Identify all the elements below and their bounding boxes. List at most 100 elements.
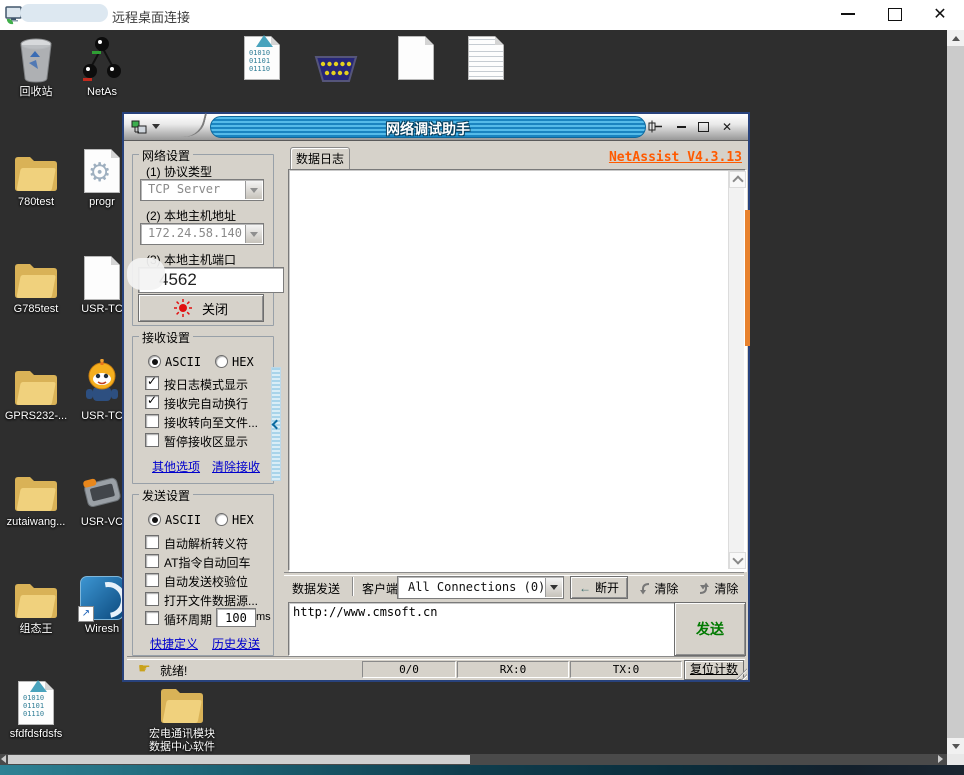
window-menu-icon bbox=[131, 120, 147, 134]
desktop-icon-notepad[interactable] bbox=[452, 30, 520, 80]
window-maximize-button[interactable] bbox=[694, 118, 712, 135]
clear-receive-button[interactable]: 清除 bbox=[638, 580, 678, 597]
shortcut-arrow-icon: ↗ bbox=[78, 606, 94, 622]
client-combobox[interactable]: All Connections (0) bbox=[397, 576, 564, 599]
close-icon: ✕ bbox=[722, 120, 732, 134]
send-at-cr-checkbox[interactable] bbox=[145, 554, 159, 568]
protocol-combobox[interactable]: TCP Server bbox=[140, 179, 264, 201]
desktop-icon-document[interactable] bbox=[382, 30, 450, 80]
serial-port-icon bbox=[312, 54, 360, 84]
recv-pause-checkbox[interactable] bbox=[145, 433, 159, 447]
send-hex-label: HEX bbox=[232, 513, 254, 527]
netassist-version-link[interactable]: NetAssist V4.3.13 bbox=[554, 150, 742, 165]
send-file-source-checkbox[interactable] bbox=[145, 592, 159, 606]
window-minimize-button[interactable] bbox=[672, 118, 690, 135]
icon-label: G785test bbox=[2, 303, 70, 316]
scroll-left-button[interactable] bbox=[1, 755, 6, 763]
send-hex-radio[interactable] bbox=[215, 513, 228, 526]
close-connection-button[interactable]: 关闭 bbox=[138, 294, 264, 322]
disconnect-label: 断开 bbox=[595, 579, 619, 596]
desktop-icon-serial-port[interactable] bbox=[302, 34, 370, 84]
reset-count-button[interactable]: 复位计数 bbox=[684, 660, 744, 680]
maximize-icon bbox=[698, 122, 709, 132]
dropdown-button[interactable] bbox=[545, 578, 562, 597]
dropdown-button[interactable] bbox=[245, 225, 262, 243]
recv-clear-link[interactable]: 清除接收 bbox=[212, 458, 260, 475]
window-menu-dropdown-arrow[interactable] bbox=[152, 124, 160, 129]
status-bar: ☛ 就绪! 0/0 RX:0 TX:0 复位计数 bbox=[124, 660, 748, 680]
desktop-icon-gprs232[interactable]: GPRS232-... bbox=[2, 357, 70, 423]
recv-hex-radio[interactable] bbox=[215, 355, 228, 368]
netassist-window: 网络调试助手 ✕ 网络设置 (1) 协议类型 TCP S bbox=[122, 112, 750, 682]
status-tx-panel: TX:0 bbox=[570, 661, 682, 678]
window-titlebar[interactable]: 网络调试助手 ✕ bbox=[124, 114, 748, 141]
pin-button[interactable] bbox=[646, 118, 664, 135]
panel-collapse-splitter[interactable] bbox=[271, 367, 281, 481]
scroll-right-button[interactable] bbox=[938, 755, 943, 763]
folder-icon bbox=[12, 365, 60, 407]
desktop-icon-netassist[interactable]: NetAs bbox=[68, 33, 136, 99]
send-checksum-checkbox[interactable] bbox=[145, 573, 159, 587]
send-payload-textarea[interactable]: http://www.cmsoft.cn bbox=[288, 602, 676, 656]
rdp-title: 远程桌面连接 bbox=[112, 7, 190, 26]
window-close-button[interactable]: ✕ bbox=[718, 118, 736, 135]
rdp-horizontal-scrollbar[interactable] bbox=[0, 754, 947, 765]
icon-label: 780test bbox=[2, 196, 70, 209]
desktop-icon-capture-file[interactable]: 010100110101110 sfdfdsfdsfs bbox=[2, 675, 70, 741]
recv-log-mode-checkbox[interactable] bbox=[145, 376, 159, 390]
censored-host-name bbox=[20, 4, 108, 22]
icon-label: 组态王 bbox=[2, 623, 70, 636]
recv-ascii-radio[interactable] bbox=[148, 355, 161, 368]
send-button[interactable]: 发送 bbox=[674, 602, 746, 656]
status-count-panel: 0/0 bbox=[362, 661, 456, 678]
log-scrollbar[interactable] bbox=[728, 171, 744, 569]
rdp-maximize-button[interactable] bbox=[878, 0, 912, 28]
icon-label: 回收站 bbox=[2, 86, 70, 99]
cycle-period-input[interactable] bbox=[216, 608, 256, 627]
recv-hex-label: HEX bbox=[232, 355, 254, 369]
desktop-icon-hongdian[interactable]: 宏电通讯模块数据中心软件 bbox=[148, 675, 216, 754]
data-log-area[interactable] bbox=[288, 169, 746, 571]
desktop: 回收站 NetAs 780test ⚙ progr bbox=[0, 30, 947, 754]
desktop-icon-capture-file-2[interactable]: 010100110101110 bbox=[228, 30, 296, 80]
recv-to-file-label: 接收转向至文件... bbox=[164, 414, 258, 431]
icon-label: NetAs bbox=[68, 86, 136, 99]
recv-pause-label: 暂停接收区显示 bbox=[164, 433, 248, 450]
send-ascii-radio[interactable] bbox=[148, 513, 161, 526]
send-escape-checkbox[interactable] bbox=[145, 535, 159, 549]
desktop-icon-g785test[interactable]: G785test bbox=[2, 250, 70, 316]
clear-send-button[interactable]: 清除 bbox=[698, 580, 738, 597]
desktop-icon-recycle-bin[interactable]: 回收站 bbox=[2, 33, 70, 99]
host-address-combobox[interactable]: 172.24.58.140 bbox=[140, 223, 264, 245]
recv-auto-newline-checkbox[interactable] bbox=[145, 395, 159, 409]
log-scroll-down-button[interactable] bbox=[729, 552, 746, 569]
recv-log-mode-label: 按日志模式显示 bbox=[164, 376, 248, 393]
horizontal-scrollbar-thumb[interactable] bbox=[8, 755, 470, 764]
desktop-icon-780test[interactable]: 780test bbox=[2, 143, 70, 209]
scroll-down-button[interactable] bbox=[947, 738, 964, 754]
host-address-label: (2) 本地主机地址 bbox=[146, 207, 236, 224]
tab-data-log-label: 数据日志 bbox=[296, 152, 344, 166]
status-rx-panel: RX:0 bbox=[457, 661, 569, 678]
triangle-right-icon bbox=[938, 755, 943, 763]
recv-to-file-checkbox[interactable] bbox=[145, 414, 159, 428]
recv-other-options-link[interactable]: 其他选项 bbox=[152, 458, 200, 475]
desktop-icon-zutaiwang-folder[interactable]: 组态王 bbox=[2, 570, 70, 636]
send-cycle-checkbox[interactable] bbox=[145, 611, 159, 625]
dropdown-button[interactable] bbox=[245, 181, 262, 199]
disconnect-button[interactable]: ← 断开 bbox=[570, 576, 628, 599]
close-icon: ✕ bbox=[933, 6, 946, 22]
rdp-close-button[interactable]: ✕ bbox=[923, 0, 957, 28]
send-shortcut-link[interactable]: 快捷定义 bbox=[150, 635, 198, 652]
tab-data-send[interactable]: 数据发送 bbox=[292, 580, 340, 597]
tab-data-log[interactable]: 数据日志 bbox=[290, 147, 350, 170]
send-history-link[interactable]: 历史发送 bbox=[212, 635, 260, 652]
program-document-icon: ⚙ bbox=[84, 149, 120, 193]
scroll-up-button[interactable] bbox=[947, 30, 964, 46]
rdp-minimize-button[interactable] bbox=[831, 0, 865, 28]
shark-fin-icon bbox=[27, 680, 47, 692]
log-scroll-up-button[interactable] bbox=[729, 171, 746, 188]
rdp-vertical-scrollbar[interactable] bbox=[947, 30, 964, 754]
folder-icon bbox=[12, 258, 60, 300]
desktop-icon-zutaiwang[interactable]: zutaiwang... bbox=[2, 463, 70, 529]
